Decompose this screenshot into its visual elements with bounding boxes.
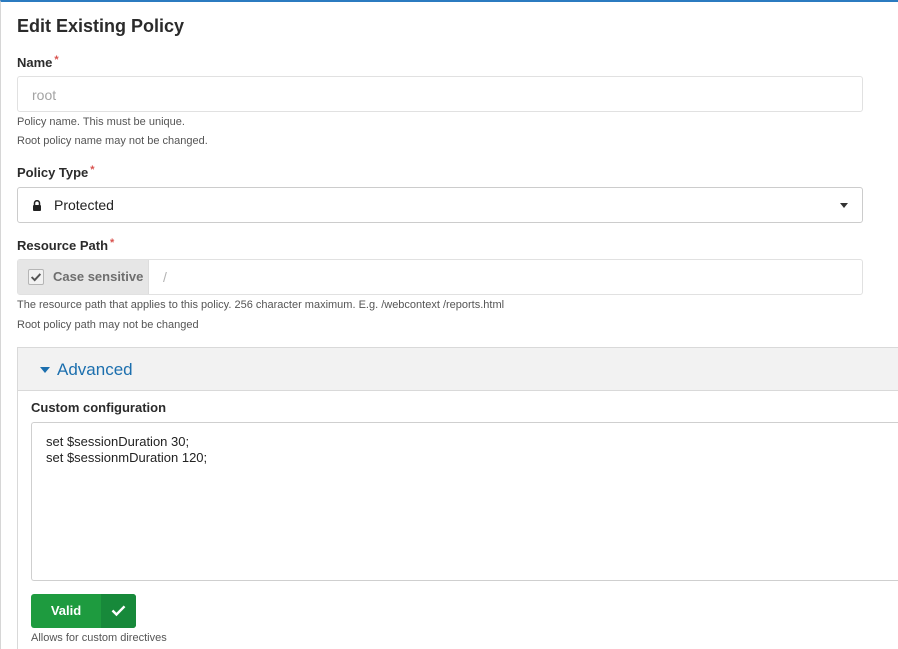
policy-type-label-text: Policy Type bbox=[17, 165, 89, 180]
name-label-text: Name bbox=[17, 55, 53, 70]
lock-icon bbox=[33, 200, 41, 211]
check-icon bbox=[30, 273, 42, 282]
required-marker: * bbox=[90, 164, 95, 176]
chevron-down-icon bbox=[840, 203, 848, 208]
resource-path-help-1: The resource path that applies to this p… bbox=[17, 299, 505, 311]
policy-type-label: Policy Type * bbox=[17, 164, 95, 180]
resource-path-label-text: Resource Path bbox=[17, 238, 109, 253]
valid-button[interactable]: Valid bbox=[31, 594, 136, 628]
name-input[interactable]: root bbox=[17, 76, 863, 112]
custom-config-textarea[interactable]: set $sessionDuration 30; set $sessionmDu… bbox=[31, 422, 898, 581]
resource-path-value: / bbox=[163, 269, 167, 285]
advanced-title: Advanced bbox=[57, 360, 133, 379]
advanced-panel: Advanced Custom configuration set $sessi… bbox=[17, 347, 898, 649]
page-title: Edit Existing Policy bbox=[17, 16, 185, 36]
edit-policy-form: Edit Existing Policy Name * root Policy n… bbox=[0, 0, 898, 649]
required-marker: * bbox=[110, 237, 115, 249]
config-line-1: set $sessionDuration 30; bbox=[46, 434, 190, 449]
resource-path-input[interactable]: Case sensitive / bbox=[17, 259, 863, 295]
name-help-1: Policy name. This must be unique. bbox=[17, 116, 185, 128]
name-help-2: Root policy name may not be changed. bbox=[17, 135, 208, 147]
case-sensitive-checkbox[interactable] bbox=[28, 269, 44, 285]
custom-config-help: Allows for custom directives bbox=[31, 632, 167, 644]
resource-path-help-2: Root policy path may not be changed bbox=[17, 319, 199, 331]
name-label: Name * bbox=[17, 54, 59, 70]
resource-path-label: Resource Path * bbox=[17, 237, 115, 253]
valid-button-label: Valid bbox=[50, 603, 82, 618]
valid-icon-wrap bbox=[101, 594, 136, 628]
name-input-value: root bbox=[32, 87, 57, 103]
advanced-toggle[interactable]: Advanced bbox=[18, 348, 898, 391]
config-line-2: set $sessionmDuration 120; bbox=[46, 450, 208, 465]
case-sensitive-toggle[interactable]: Case sensitive bbox=[18, 260, 149, 294]
check-icon bbox=[111, 605, 126, 617]
custom-config-label: Custom configuration bbox=[31, 400, 167, 415]
required-marker: * bbox=[54, 54, 59, 66]
case-sensitive-label: Case sensitive bbox=[53, 269, 144, 284]
policy-type-select[interactable]: Protected bbox=[17, 187, 863, 223]
policy-type-selected: Protected bbox=[54, 197, 114, 213]
caret-down-icon bbox=[40, 367, 50, 373]
